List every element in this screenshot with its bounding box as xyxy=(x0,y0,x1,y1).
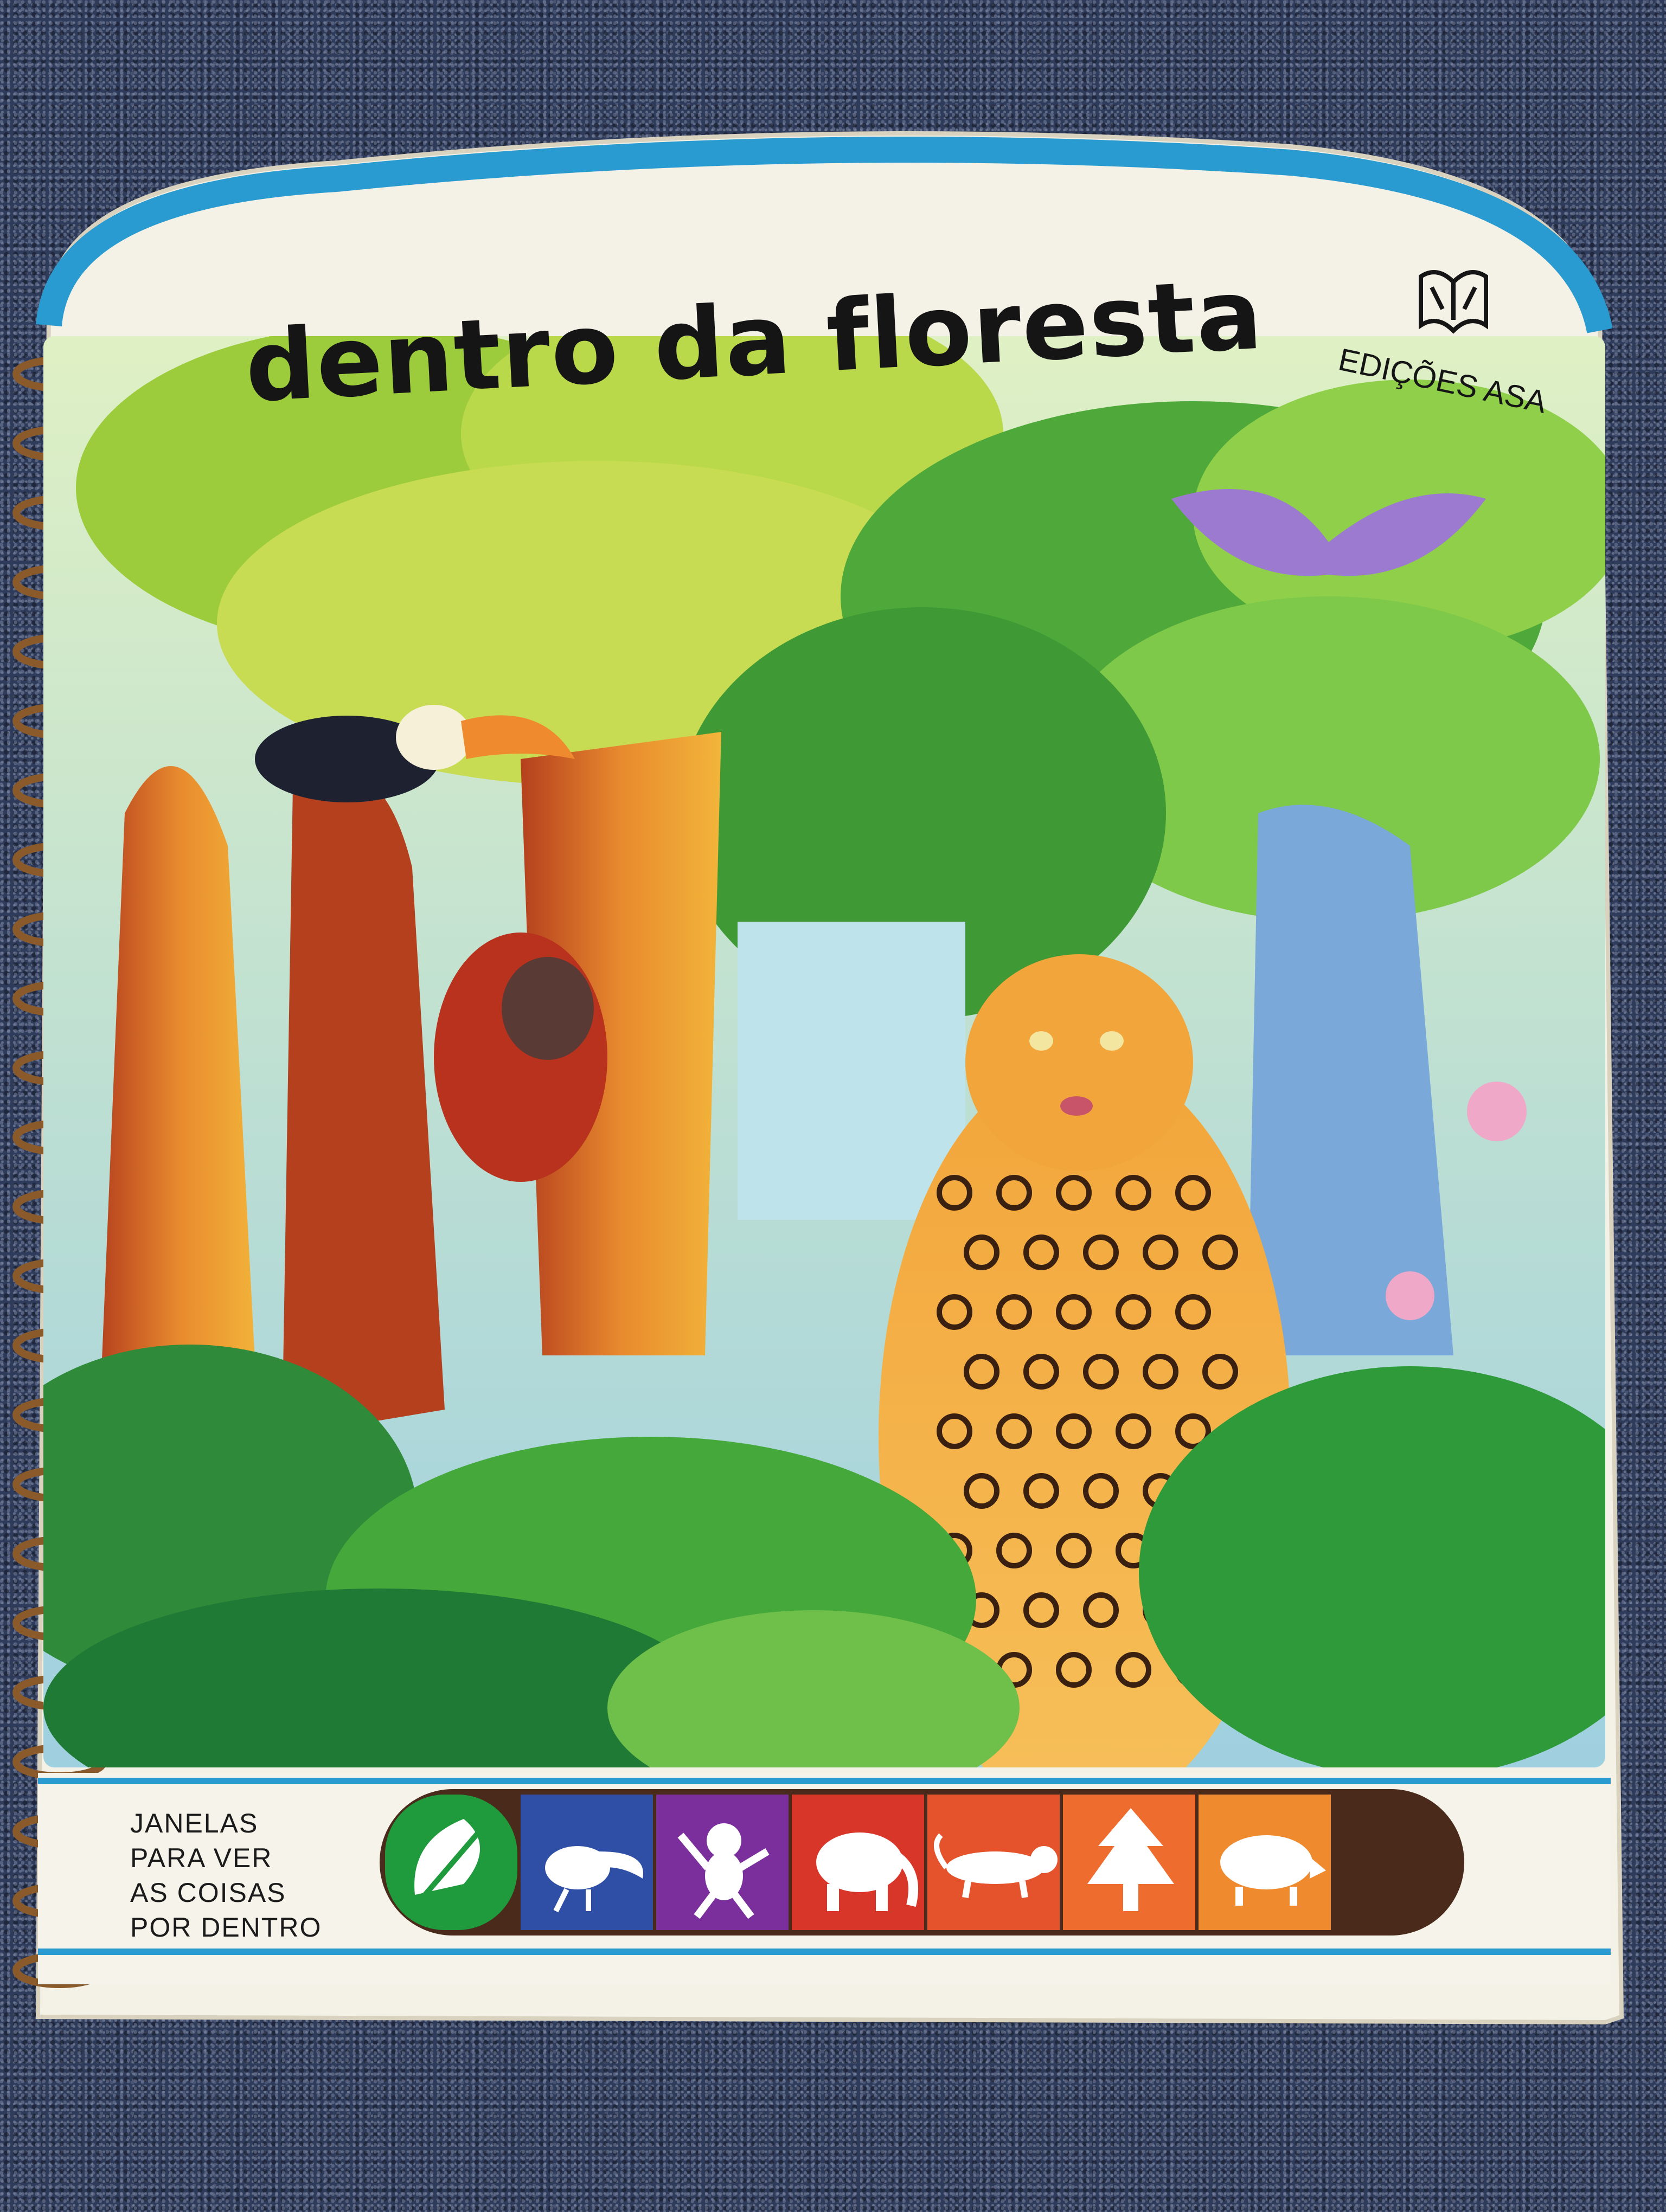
tagline-line: PARA VER xyxy=(130,1843,272,1873)
tab-boar[interactable] xyxy=(1199,1795,1331,1930)
forest-illustration xyxy=(43,336,1605,1767)
tagline-line: AS COISAS xyxy=(130,1877,286,1908)
tab-toucan[interactable] xyxy=(521,1795,653,1930)
tagline-line: POR DENTRO xyxy=(130,1912,322,1943)
category-tabs xyxy=(385,1795,1331,1930)
tab-monkey[interactable] xyxy=(656,1795,789,1930)
tab-elephant[interactable] xyxy=(792,1795,924,1930)
book-cover-photo: dentro da floresta EDIÇÕES ASA JANELASPA… xyxy=(12,131,1624,2025)
tagline-line: JANELAS xyxy=(130,1808,258,1838)
tab-tree[interactable] xyxy=(1063,1795,1195,1930)
tab-leaf[interactable] xyxy=(385,1795,517,1930)
tab-tiger[interactable] xyxy=(927,1795,1060,1930)
